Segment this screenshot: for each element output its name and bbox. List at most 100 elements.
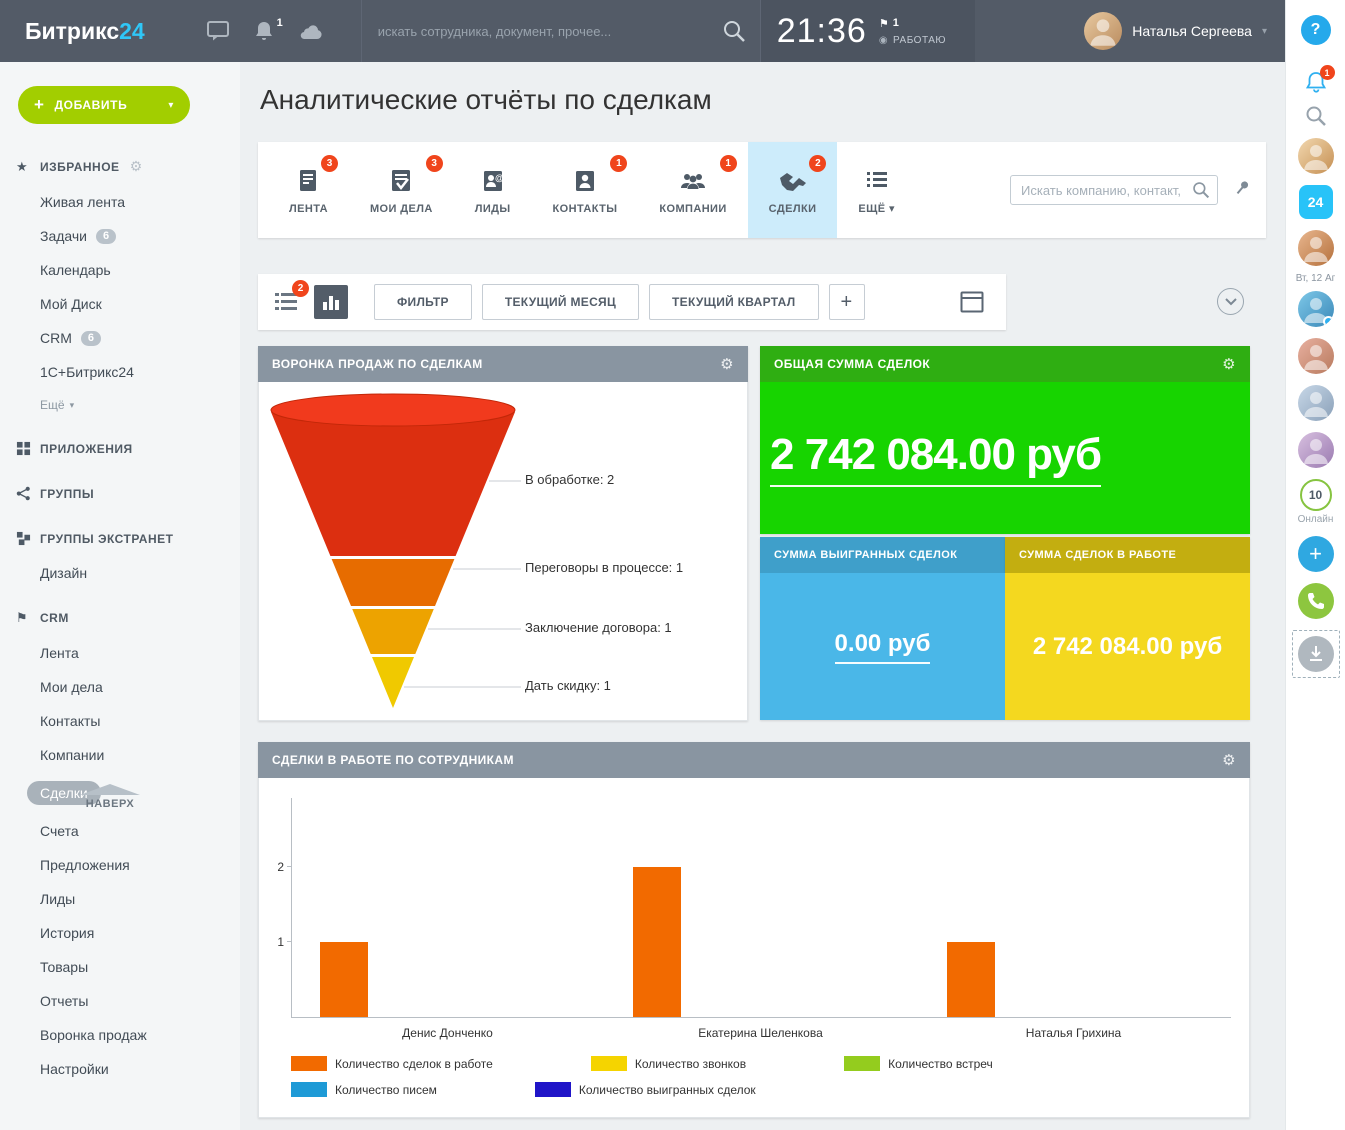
calendar-icon[interactable] (960, 291, 984, 313)
avatar[interactable] (1298, 338, 1334, 374)
bar-chart-body: 12 Денис ДонченкоЕкатерина ШеленковаНата… (258, 778, 1250, 1118)
avatar[interactable] (1298, 291, 1334, 327)
current-month-button[interactable]: ТЕКУЩИЙ МЕСЯЦ (482, 284, 639, 320)
back-to-top-button[interactable]: НАВЕРХ (80, 784, 140, 810)
funnel-stage-label[interactable]: Дать скидку: 1 (525, 678, 611, 693)
count-badge: 6 (96, 229, 116, 244)
online-count[interactable]: 10 (1300, 479, 1332, 511)
sidebar-item[interactable]: Компании (0, 738, 240, 772)
messenger-badge[interactable]: 24 (1299, 185, 1333, 219)
add-preset-button[interactable]: + (829, 284, 865, 320)
chevron-down-icon: ▾ (168, 100, 174, 111)
sidebar-item[interactable]: Мои дела (0, 670, 240, 704)
entity-search-input[interactable] (1010, 175, 1218, 205)
won-sum-value[interactable]: 0.00 руб (835, 630, 931, 664)
avatar[interactable] (1298, 230, 1334, 266)
sidebar-item[interactable]: Товары (0, 950, 240, 984)
invite-button[interactable]: + (1298, 536, 1334, 572)
global-search-input[interactable] (376, 23, 722, 40)
sidebar-section-groups[interactable]: ГРУППЫ (0, 476, 240, 511)
sidebar-item[interactable]: Ещё▾ (0, 389, 240, 421)
funnel-stage-label[interactable]: Переговоры в процессе: 1 (525, 560, 683, 575)
chevron-down-icon: ▾ (1262, 26, 1267, 37)
sidebar-item[interactable]: Воронка продаж (0, 1018, 240, 1052)
sidebar-item[interactable]: Дизайн (0, 556, 240, 590)
sidebar-item[interactable]: Отчеты (0, 984, 240, 1018)
sidebar-item[interactable]: CRM6 (0, 321, 240, 355)
bar[interactable] (320, 942, 368, 1017)
sidebar-item-label: 1С+Битрикс24 (40, 364, 134, 380)
funnel-stage-label[interactable]: В обработке: 2 (525, 472, 614, 487)
work-status-label: РАБОТАЮ (893, 35, 946, 46)
funnel-stage-label[interactable]: Заключение договора: 1 (525, 620, 672, 635)
tab-companies[interactable]: 1КОМПАНИИ (638, 142, 747, 238)
legend-swatch (591, 1056, 627, 1071)
tab-my-activities[interactable]: 3МОИ ДЕЛА (349, 142, 454, 238)
gear-icon[interactable]: ⚙ (1222, 355, 1236, 373)
deals-icon (778, 166, 808, 194)
sidebar-section-favorites[interactable]: ★ ИЗБРАННОЕ ⚙ (0, 148, 240, 185)
collapse-button[interactable] (1217, 288, 1244, 315)
sidebar-item-label: Мои дела (40, 679, 103, 695)
tab-contacts[interactable]: 1КОНТАКТЫ (532, 142, 639, 238)
sidebar-item[interactable]: Настройки (0, 1052, 240, 1086)
bar[interactable] (633, 867, 681, 1017)
filter-button[interactable]: ФИЛЬТР (374, 284, 472, 320)
sidebar-item[interactable]: Календарь (0, 253, 240, 287)
tab-label: ЛЕНТА (289, 203, 328, 215)
sidebar-item[interactable]: Счета (0, 814, 240, 848)
sidebar-item-label: Живая лента (40, 194, 125, 210)
gear-icon[interactable]: ⚙ (720, 355, 734, 373)
in-work-sum-value[interactable]: 2 742 084.00 руб (1033, 633, 1222, 661)
sidebar-section-crm[interactable]: ⚑ CRM (0, 600, 240, 636)
search-icon[interactable] (722, 19, 746, 43)
sidebar-item[interactable]: Задачи6 (0, 219, 240, 253)
gear-icon[interactable]: ⚙ (130, 158, 143, 175)
sidebar-item[interactable]: Живая лента (0, 185, 240, 219)
pin-icon[interactable] (1232, 178, 1252, 203)
tab-feed[interactable]: 3ЛЕНТА (268, 142, 349, 238)
sidebar-item-label: Ещё (40, 398, 65, 412)
user-menu[interactable]: Наталья Сергеева ▾ (1084, 12, 1285, 50)
sidebar-section-apps[interactable]: ПРИЛОЖЕНИЯ (0, 431, 240, 466)
download-button[interactable] (1298, 636, 1334, 672)
search-icon[interactable] (1192, 181, 1210, 204)
list-view-toggle[interactable]: 2 (272, 288, 300, 316)
back-to-top-label: НАВЕРХ (86, 798, 134, 810)
sidebar-item[interactable]: Контакты (0, 704, 240, 738)
sidebar-item[interactable]: Лиды (0, 882, 240, 916)
sidebar-item[interactable]: 1С+Битрикс24 (0, 355, 240, 389)
online-dot (1323, 316, 1334, 327)
gear-icon[interactable]: ⚙ (1222, 751, 1236, 769)
chart-view-toggle[interactable] (314, 285, 348, 319)
tasks-icon (388, 166, 414, 194)
tab-more[interactable]: ЕЩЁ ▾ (837, 142, 915, 238)
avatar[interactable] (1298, 432, 1334, 468)
help-button[interactable]: ? (1301, 15, 1331, 45)
sidebar-item[interactable]: Лента (0, 636, 240, 670)
filter-buttons: ФИЛЬТР ТЕКУЩИЙ МЕСЯЦ ТЕКУЩИЙ КВАРТАЛ + (374, 284, 865, 320)
avatar[interactable] (1298, 138, 1334, 174)
add-button[interactable]: + ДОБАВИТЬ ▾ (18, 86, 190, 124)
tab-deals[interactable]: 2СДЕЛКИ (748, 142, 838, 238)
time-tracker[interactable]: 21:36 ⚑ 1 ◉ РАБОТАЮ (761, 0, 975, 62)
phone-button[interactable] (1298, 583, 1334, 619)
search-icon[interactable] (1305, 105, 1327, 127)
logo[interactable]: Битрикс24 (25, 18, 145, 45)
avatar[interactable] (1298, 385, 1334, 421)
notifications-bell-icon[interactable]: 1 (255, 21, 273, 41)
sidebar-item-label: Счета (40, 823, 79, 839)
sidebar-item[interactable]: История (0, 916, 240, 950)
sidebar-section-extranet[interactable]: ГРУППЫ ЭКСТРАНЕТ (0, 521, 240, 556)
topbar: Битрикс24 1 21: (0, 0, 1285, 62)
cloud-icon[interactable] (299, 23, 323, 40)
tab-leads[interactable]: @ЛИДЫ (454, 142, 532, 238)
total-sum-widget: ОБЩАЯ СУММА СДЕЛОК ⚙ 2 742 084.00 руб (760, 346, 1250, 534)
chat-icon[interactable] (207, 21, 229, 41)
notifications-bell-icon[interactable]: 1 (1304, 70, 1328, 94)
bar[interactable] (947, 942, 995, 1017)
current-quarter-button[interactable]: ТЕКУЩИЙ КВАРТАЛ (649, 284, 818, 320)
sidebar-item[interactable]: Предложения (0, 848, 240, 882)
sidebar-item[interactable]: Мой Диск (0, 287, 240, 321)
total-sum-value[interactable]: 2 742 084.00 руб (770, 430, 1101, 487)
